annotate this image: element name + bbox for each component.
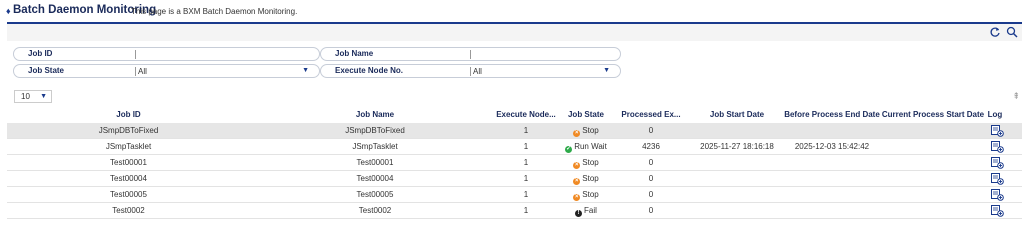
cell-job-id: JSmpDBToFixed [98,126,159,135]
cell-job-name: JSmpDBToFixed [345,126,405,135]
state-label: Stop [582,126,599,135]
refresh-icon[interactable] [988,26,1002,40]
col-job-name[interactable]: Job Name [250,110,500,119]
table-row[interactable]: Test0002 Test0002 1! Fail 0 [7,203,1022,219]
table-row[interactable]: Test00005 Test00005 1 × Stop 0 [7,187,1022,203]
table-row[interactable]: JSmpTasklet JSmpTasklet 1 ✓ Run Wait 4236 2025… [7,139,1022,155]
page-size-select[interactable]: 10 ▼ [14,90,52,103]
job-id-input[interactable] [135,50,138,59]
state-label: Run Wait [574,142,607,151]
col-processed[interactable]: Processed Ex... [616,110,686,119]
chevron-down-icon: ▼ [302,67,309,74]
col-job-id[interactable]: Job ID [7,110,250,119]
cell-job-name: Test00001 [356,158,394,167]
scroll-top-icon[interactable]: ⇞ [1012,91,1020,102]
col-log[interactable]: Log [979,110,1011,119]
cell-job-name: Test0002 [358,206,392,215]
col-job-start-date[interactable]: Job Start Date [687,110,787,119]
col-job-state[interactable]: Job State [556,110,616,119]
stop-icon: × [573,194,581,201]
cell-execute-node: 1 [523,158,529,167]
cell-job-start-date: 2025-11-27 18:16:18 [700,142,774,151]
title-diamond-icon: ♦ [6,6,11,16]
log-view-icon[interactable] [991,124,1004,137]
cell-before-end-date: 2025-12-03 15:42:42 [794,142,870,151]
log-view-icon[interactable] [991,204,1004,217]
exec-node-value: All [470,67,482,76]
job-id-field[interactable]: Job ID [13,47,320,61]
exec-node-select[interactable]: Execute Node No. All ▼ [320,64,621,78]
job-state-label: Job State [28,66,65,75]
search-icon[interactable] [1005,26,1019,40]
cell-job-state: × Stop [556,158,616,169]
table-row[interactable]: JSmpDBToFixed JSmpDBToFixed 1 × Stop 0 [7,123,1022,139]
cell-execute-node: 1 [523,142,529,151]
exec-node-label: Execute Node No. [335,66,404,75]
col-before-end-date[interactable]: Before Process End Date [777,110,887,119]
cell-job-id: Test00004 [110,174,147,183]
cell-processed: 0 [648,190,654,199]
state-label: Fail [584,206,597,215]
cell-job-state: × Stop [556,174,616,185]
cell-execute-node: 1 [523,190,529,199]
cell-execute-node: 1 [523,174,529,183]
cell-job-name: JSmpTasklet [352,142,398,151]
state-label: Stop [582,158,599,167]
cell-processed: 0 [648,174,654,183]
stop-icon: × [573,162,581,169]
cell-job-state: × Stop [556,126,616,137]
cell-execute-node: 1 [523,126,529,135]
table-row[interactable]: Test00004 Test00004 1 × Stop 0 [7,171,1022,187]
title-bar: ♦ Batch Daemon Monitoring This page is a… [0,0,1028,22]
log-view-icon[interactable] [991,188,1004,201]
state-label: Stop [582,190,599,199]
cell-execute-node: 1 [523,206,529,215]
cell-job-id: Test0002 [112,206,145,215]
chevron-down-icon: ▼ [603,67,610,74]
log-view-icon[interactable] [991,172,1004,185]
cell-job-id: Test00001 [110,158,147,167]
grid-toolbar: 10 ▼ ⇞ [7,88,1022,106]
grid-header: Job ID Job Name Execute Node... Job Stat… [7,108,1022,122]
toolbar [7,24,1022,41]
table-row[interactable]: Test00001 Test00001 1 × Stop 0 [7,155,1022,171]
job-name-input[interactable] [470,50,473,59]
cell-job-state: ! Fail [556,206,616,217]
check-circle-icon: ✓ [565,146,573,153]
log-view-icon[interactable] [991,156,1004,169]
job-state-select[interactable]: Job State All ▼ [13,64,320,78]
cell-job-state: ✓ Run Wait [556,142,616,153]
stop-icon: × [573,130,581,137]
cell-job-state: × Stop [556,190,616,201]
job-id-label: Job ID [28,49,53,58]
cell-job-id: JSmpTasklet [105,142,152,151]
log-view-icon[interactable] [991,140,1004,153]
search-form: Job ID Job Name Job State All ▼ Execute … [7,44,1022,84]
page-description: This page is a BXM Batch Daemon Monitori… [131,7,298,16]
chevron-down-icon: ▼ [40,93,47,100]
cell-job-name: Test00004 [356,174,394,183]
col-current-start-date[interactable]: Current Process Start Date [873,110,993,119]
col-execute-node[interactable]: Execute Node... [496,110,556,119]
cell-processed: 4236 [642,142,660,151]
cell-processed: 0 [648,206,654,215]
page-size-value: 10 [21,92,30,101]
cell-processed: 0 [648,126,654,135]
alert-icon: ! [575,210,583,217]
job-name-label: Job Name [335,49,374,58]
job-name-field[interactable]: Job Name [320,47,621,61]
cell-job-name: Test00005 [356,190,394,199]
cell-processed: 0 [648,158,654,167]
job-state-value: All [135,67,147,76]
stop-icon: × [573,178,581,185]
state-label: Stop [582,174,599,183]
cell-job-id: Test00005 [110,190,147,199]
